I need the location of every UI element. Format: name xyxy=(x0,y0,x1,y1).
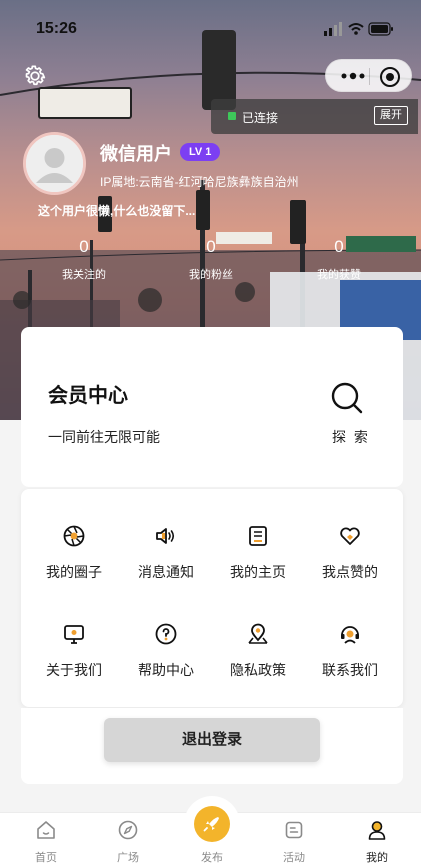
compass-icon xyxy=(118,820,138,840)
menu-item-label: 关于我们 xyxy=(46,662,102,678)
tab-mine[interactable]: 我的 xyxy=(335,813,419,864)
tab-activity[interactable]: 活动 xyxy=(252,813,336,864)
tab-label: 广场 xyxy=(117,852,139,864)
status-time: 15:26 xyxy=(36,20,77,37)
menu-item-privacy-policy[interactable]: 隐私政策 xyxy=(212,622,304,692)
monitor-icon xyxy=(64,625,84,644)
expand-button[interactable]: 展开 xyxy=(374,106,408,125)
menu-item-my-circle[interactable]: 我的圈子 xyxy=(28,524,120,594)
tab-square[interactable]: 广场 xyxy=(86,813,170,864)
signal-icon xyxy=(324,22,342,36)
battery-icon xyxy=(368,22,393,36)
heart-icon xyxy=(340,527,360,545)
menu-item-label: 帮助中心 xyxy=(138,662,194,678)
stat-label: 我的获赞 xyxy=(317,269,361,281)
menu-item-label: 联系我们 xyxy=(322,662,378,678)
connected-indicator xyxy=(228,112,236,120)
connection-status-text: 已连接 xyxy=(242,111,279,125)
menu-item-label: 我的圈子 xyxy=(46,564,102,580)
menu-item-contact-us[interactable]: 联系我们 xyxy=(304,622,396,692)
settings-gear-icon[interactable] xyxy=(22,63,48,89)
menu-item-label: 我点赞的 xyxy=(322,564,378,580)
homepage-icon xyxy=(249,526,267,546)
menu-item-notifications[interactable]: 消息通知 xyxy=(120,524,212,594)
member-center-title: 会员中心 xyxy=(48,385,128,407)
menu-grid: 我的圈子 消息通知 我的主页 我点赞的 关于我们 帮助中心 隐私政策 联系我们 xyxy=(21,489,403,707)
help-icon xyxy=(155,623,177,645)
tab-label: 我的 xyxy=(366,852,388,864)
rocket-icon xyxy=(203,817,219,832)
status-icons xyxy=(324,22,393,36)
tab-label: 活动 xyxy=(283,852,305,864)
status-bar: 15:26 xyxy=(0,0,421,44)
tab-label: 首页 xyxy=(35,852,57,864)
home-icon xyxy=(37,821,55,839)
logout-button[interactable]: 退出登录 xyxy=(104,718,320,762)
member-center-subtitle: 一同前往无限可能 xyxy=(48,429,160,445)
avatar[interactable] xyxy=(23,132,86,195)
close-miniprogram-icon[interactable] xyxy=(379,66,401,88)
default-avatar-icon xyxy=(26,135,83,192)
menu-item-about-us[interactable]: 关于我们 xyxy=(28,622,120,692)
menu-item-my-likes[interactable]: 我点赞的 xyxy=(304,524,396,594)
connection-status-bar: 已连接 展开 xyxy=(211,99,418,134)
speaker-icon xyxy=(156,528,175,544)
user-icon xyxy=(368,821,386,840)
menu-item-my-homepage[interactable]: 我的主页 xyxy=(212,524,304,594)
search-icon[interactable] xyxy=(330,381,364,415)
stat-label: 我的粉丝 xyxy=(189,269,233,281)
ip-location: IP属地:云南省-红河哈尼族彝族自治州 xyxy=(100,175,299,189)
activity-icon xyxy=(285,821,303,839)
explore-label[interactable]: 探 索 xyxy=(332,427,370,447)
menu-item-label: 消息通知 xyxy=(138,564,194,580)
capsule-divider xyxy=(369,68,370,85)
wifi-icon xyxy=(348,23,364,35)
stat-following[interactable]: 0 我关注的 xyxy=(39,236,129,282)
miniprogram-capsule xyxy=(325,59,412,92)
menu-item-label: 隐私政策 xyxy=(230,662,286,678)
stat-followers[interactable]: 0 我的粉丝 xyxy=(166,236,256,282)
stat-likes[interactable]: 0 我的获赞 xyxy=(294,236,384,282)
tab-home[interactable]: 首页 xyxy=(4,813,88,864)
menu-item-label: 我的主页 xyxy=(230,564,286,580)
more-options-icon[interactable] xyxy=(338,68,368,84)
stat-value: 0 xyxy=(79,237,89,256)
level-badge: LV 1 xyxy=(180,143,221,161)
publish-button[interactable] xyxy=(194,806,230,842)
map-pin-icon xyxy=(248,623,268,644)
stat-value: 0 xyxy=(334,237,344,256)
member-center-card[interactable]: 会员中心 一同前往无限可能 探 索 xyxy=(21,327,403,487)
support-agent-icon xyxy=(341,626,359,644)
stat-value: 0 xyxy=(206,237,216,256)
stat-label: 我关注的 xyxy=(62,269,106,281)
user-nickname: 微信用户 xyxy=(100,144,172,164)
menu-item-help-center[interactable]: 帮助中心 xyxy=(120,622,212,692)
user-bio: 这个用户很懒,什么也没留下... xyxy=(38,204,196,218)
aperture-icon xyxy=(63,525,85,547)
